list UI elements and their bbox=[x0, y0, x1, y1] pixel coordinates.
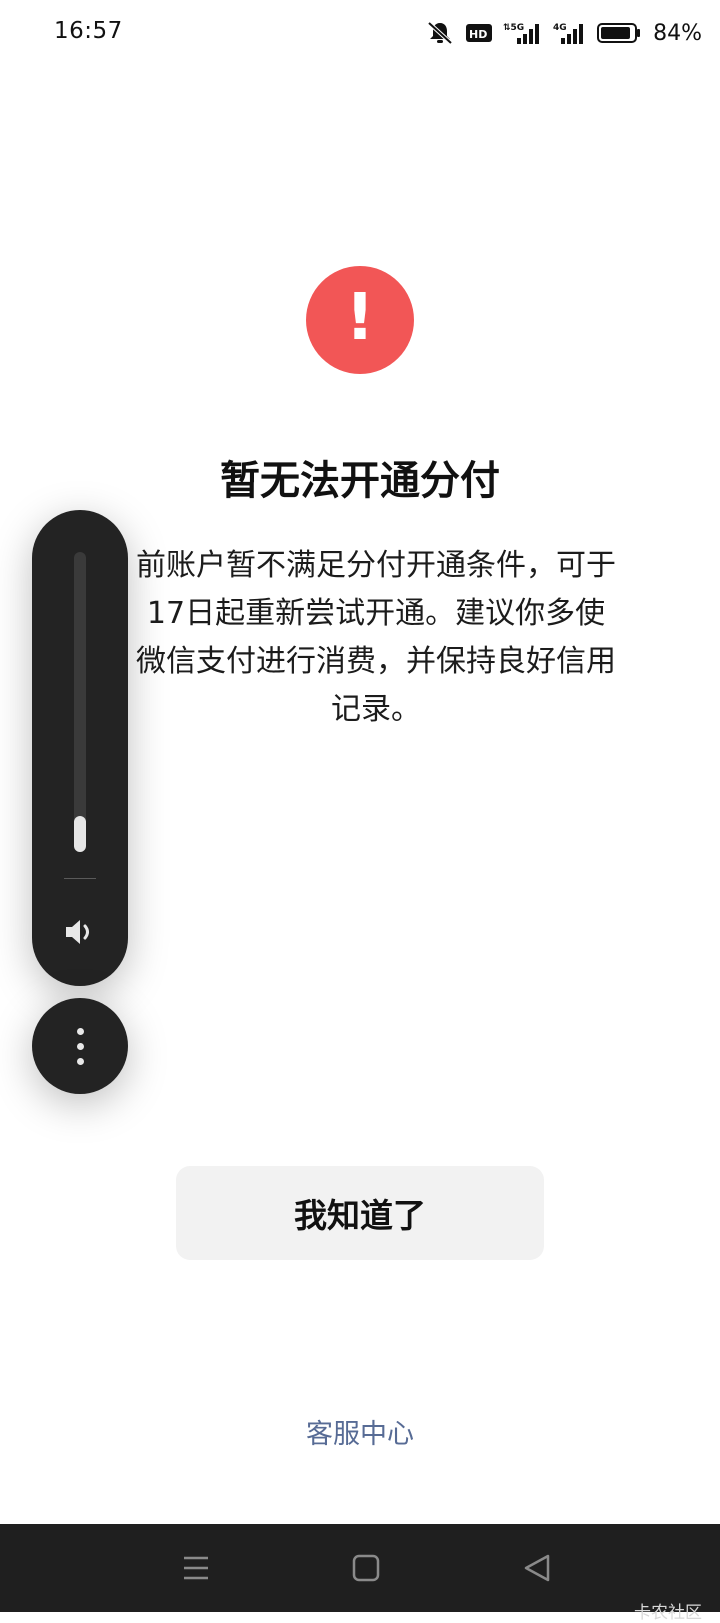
battery-icon bbox=[597, 22, 641, 44]
svg-text:HD: HD bbox=[469, 28, 487, 41]
volume-panel bbox=[32, 510, 128, 986]
navigation-bar bbox=[0, 1524, 720, 1612]
signal-4g-icon: 4G bbox=[553, 20, 587, 46]
volume-divider bbox=[64, 878, 96, 879]
message-text: 前账户暂不满足分付开通条件，可于 17日起重新尝试开通。建议你多使 微信支付进行… bbox=[96, 542, 656, 734]
battery-percentage: 84% bbox=[653, 20, 702, 46]
message-line: 17日起重新尝试开通。建议你多使 bbox=[146, 596, 606, 631]
svg-text:4G: 4G bbox=[553, 23, 567, 33]
more-vertical-icon[interactable] bbox=[32, 998, 128, 1094]
more-dot bbox=[77, 1043, 84, 1050]
status-time: 16:57 bbox=[54, 18, 123, 44]
exclamation-icon: ! bbox=[306, 266, 414, 374]
back-icon[interactable] bbox=[518, 1550, 558, 1586]
status-bar: 16:57 HD ⇅5G 4G 84% bbox=[0, 0, 720, 66]
svg-text:⇅5G: ⇅5G bbox=[503, 23, 524, 33]
exclamation-glyph: ! bbox=[345, 281, 375, 355]
watermark: 卡农社区 bbox=[634, 1603, 702, 1623]
signal-5g-icon: ⇅5G bbox=[503, 20, 543, 46]
message-line: 微信支付进行消费，并保持良好信用 bbox=[136, 644, 616, 679]
mute-bell-icon bbox=[425, 20, 455, 46]
volume-slider[interactable] bbox=[74, 552, 86, 852]
hd-icon: HD bbox=[465, 22, 493, 44]
home-icon[interactable] bbox=[346, 1550, 386, 1586]
more-dot bbox=[77, 1028, 84, 1035]
page-title: 暂无法开通分付 bbox=[220, 458, 500, 504]
message-line: 前账户暂不满足分付开通条件，可于 bbox=[136, 548, 616, 583]
volume-level-fill bbox=[74, 816, 86, 852]
menu-icon[interactable] bbox=[176, 1550, 216, 1586]
status-icons: HD ⇅5G 4G 84% bbox=[425, 16, 702, 50]
speaker-icon[interactable] bbox=[62, 914, 98, 950]
customer-service-link[interactable]: 客服中心 bbox=[0, 1412, 720, 1451]
message-line: 记录。 bbox=[331, 692, 421, 727]
more-dot bbox=[77, 1058, 84, 1065]
confirm-button[interactable]: 我知道了 bbox=[176, 1166, 544, 1260]
